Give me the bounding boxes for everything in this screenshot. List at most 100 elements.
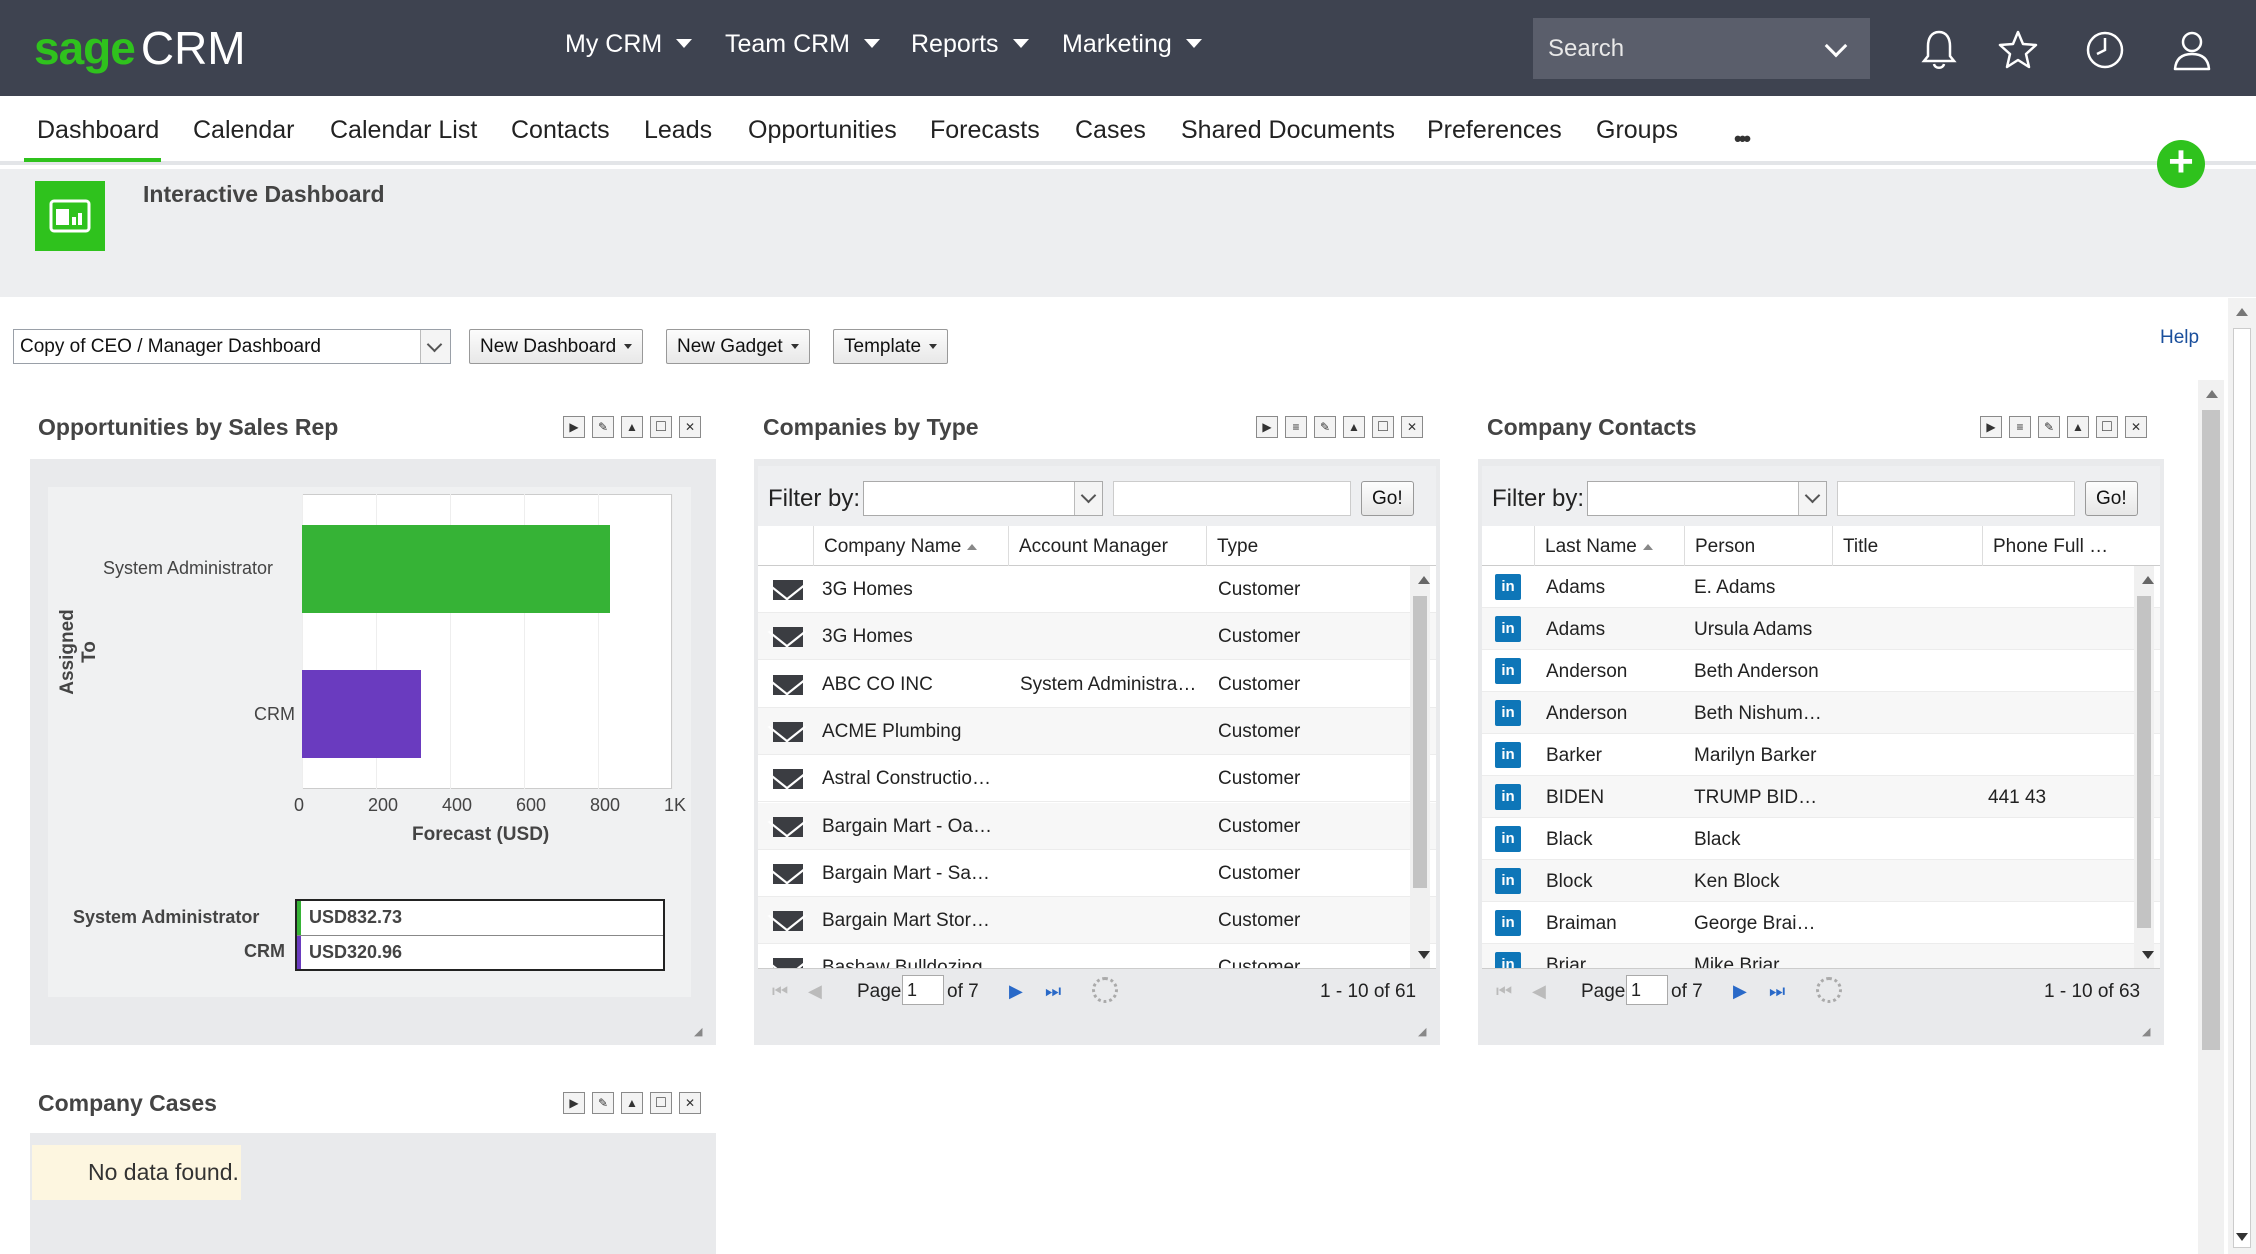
email-icon[interactable] xyxy=(773,721,803,742)
tab-calendar-list[interactable]: Calendar List xyxy=(330,116,477,145)
refresh-icon[interactable] xyxy=(1816,977,1842,1003)
scroll-down-icon[interactable] xyxy=(2142,951,2154,959)
email-icon[interactable] xyxy=(773,627,803,648)
table-row[interactable]: in Anderson Beth Nishum… xyxy=(1482,692,2160,734)
maximize-icon[interactable] xyxy=(650,1092,672,1114)
close-icon[interactable] xyxy=(2125,416,2147,438)
tab-groups[interactable]: Groups xyxy=(1596,116,1678,145)
column-header-company-name[interactable]: Company Name xyxy=(813,526,1008,566)
resize-handle[interactable]: ◢ xyxy=(694,1025,708,1039)
bar[interactable] xyxy=(302,525,611,613)
table-row[interactable]: in Adams Ursula Adams xyxy=(1482,608,2160,650)
chevron-down-icon[interactable] xyxy=(1074,482,1102,515)
table-row[interactable]: in Adams E. Adams xyxy=(1482,566,2160,608)
edit-icon[interactable] xyxy=(592,1092,614,1114)
tab-forecasts[interactable]: Forecasts xyxy=(930,116,1040,145)
linkedin-icon[interactable]: in xyxy=(1495,910,1521,936)
play-icon[interactable] xyxy=(563,1092,585,1114)
linkedin-icon[interactable]: in xyxy=(1495,658,1521,684)
sage-crm-logo[interactable]: sage CRM xyxy=(34,18,246,78)
table-row[interactable]: Bashaw Bulldozing Customer xyxy=(758,944,1436,968)
column-header-title[interactable]: Title xyxy=(1832,526,1982,566)
prev-page-icon[interactable]: ◀ xyxy=(808,981,822,1002)
tab-calendar[interactable]: Calendar xyxy=(193,116,294,145)
star-icon[interactable] xyxy=(1998,28,2038,72)
filter-select[interactable] xyxy=(863,481,1103,516)
help-link[interactable]: Help xyxy=(2160,327,2199,349)
go-button[interactable]: Go! xyxy=(1361,481,1414,516)
prev-page-icon[interactable]: ◀ xyxy=(1532,981,1546,1002)
dashboard-select[interactable]: Copy of CEO / Manager Dashboard xyxy=(13,329,451,364)
table-row[interactable]: 3G Homes Customer xyxy=(758,613,1436,661)
scroll-thumb[interactable] xyxy=(2202,410,2220,1050)
linkedin-icon[interactable]: in xyxy=(1495,868,1521,894)
tab-contacts[interactable]: Contacts xyxy=(511,116,610,145)
page-scrollbar[interactable] xyxy=(2228,298,2256,1254)
grid-scrollbar[interactable] xyxy=(2134,566,2154,968)
refresh-icon[interactable] xyxy=(1092,977,1118,1003)
table-row[interactable]: ABC CO INC System Administra… Customer xyxy=(758,661,1436,708)
list-icon[interactable] xyxy=(2009,416,2031,438)
resize-handle[interactable]: ◢ xyxy=(2142,1025,2156,1039)
close-icon[interactable] xyxy=(1401,416,1423,438)
scroll-up-icon[interactable] xyxy=(2236,308,2248,316)
table-row[interactable]: in Anderson Beth Anderson xyxy=(1482,650,2160,692)
more-tabs-button[interactable]: ••• xyxy=(1734,126,1751,152)
linkedin-icon[interactable]: in xyxy=(1495,574,1521,600)
edit-icon[interactable] xyxy=(592,416,614,438)
table-row[interactable]: ACME Plumbing Customer xyxy=(758,707,1436,755)
last-page-icon[interactable]: ⏭ xyxy=(1769,981,1785,1002)
page-input[interactable]: 1 xyxy=(902,975,944,1005)
column-header-last-name[interactable]: Last Name xyxy=(1534,526,1684,566)
email-icon[interactable] xyxy=(773,911,803,932)
tab-preferences[interactable]: Preferences xyxy=(1427,116,1562,145)
linkedin-icon[interactable]: in xyxy=(1495,826,1521,852)
table-row[interactable]: Astral Constructio… Customer xyxy=(758,755,1436,803)
chevron-down-icon[interactable] xyxy=(420,330,450,363)
collapse-icon[interactable] xyxy=(621,1092,643,1114)
column-header-phone[interactable]: Phone Full … xyxy=(1982,526,2132,566)
close-icon[interactable] xyxy=(679,416,701,438)
linkedin-icon[interactable]: in xyxy=(1495,616,1521,642)
email-icon[interactable] xyxy=(773,580,803,600)
scroll-down-icon[interactable] xyxy=(1418,951,1430,959)
add-button[interactable]: + xyxy=(2157,140,2205,188)
nav-reports[interactable]: Reports xyxy=(911,30,1029,59)
email-icon[interactable] xyxy=(773,816,803,837)
user-icon[interactable] xyxy=(2172,28,2212,72)
edit-icon[interactable] xyxy=(2038,416,2060,438)
clock-icon[interactable] xyxy=(2085,28,2125,72)
filter-select[interactable] xyxy=(1587,481,1827,516)
close-icon[interactable] xyxy=(679,1092,701,1114)
email-icon[interactable] xyxy=(773,863,803,884)
next-page-icon[interactable]: ▶ xyxy=(1733,981,1747,1002)
column-header-type[interactable]: Type xyxy=(1206,526,1406,566)
nav-marketing[interactable]: Marketing xyxy=(1062,30,1202,59)
filter-input[interactable] xyxy=(1837,481,2075,516)
maximize-icon[interactable] xyxy=(650,416,672,438)
page-input[interactable]: 1 xyxy=(1626,975,1668,1005)
first-page-icon[interactable]: ⏮ xyxy=(1496,981,1512,1002)
table-row[interactable]: 3G Homes Customer xyxy=(758,566,1436,613)
collapse-icon[interactable] xyxy=(2067,416,2089,438)
new-gadget-button[interactable]: New Gadget xyxy=(666,329,810,364)
scroll-up-icon[interactable] xyxy=(2206,390,2218,398)
bell-icon[interactable] xyxy=(1919,28,1959,72)
scroll-thumb[interactable] xyxy=(1413,596,1427,888)
linkedin-icon[interactable]: in xyxy=(1495,952,1521,968)
nav-my-crm[interactable]: My CRM xyxy=(565,30,693,59)
play-icon[interactable] xyxy=(563,416,585,438)
table-row[interactable]: Bargain Mart - Oa… Customer xyxy=(758,802,1436,850)
list-icon[interactable] xyxy=(1285,416,1307,438)
first-page-icon[interactable]: ⏮ xyxy=(772,981,788,1002)
next-page-icon[interactable]: ▶ xyxy=(1009,981,1023,1002)
go-button[interactable]: Go! xyxy=(2085,481,2138,516)
template-button[interactable]: Template xyxy=(833,329,949,364)
tab-shared-documents[interactable]: Shared Documents xyxy=(1181,116,1395,145)
table-row[interactable]: in Braiman George Brai… xyxy=(1482,902,2160,944)
column-header-account-manager[interactable]: Account Manager xyxy=(1008,526,1205,566)
scroll-thumb[interactable] xyxy=(2233,328,2251,1248)
column-header-person[interactable]: Person xyxy=(1684,526,1832,566)
table-row[interactable]: in Black Black xyxy=(1482,818,2160,860)
grid-scrollbar[interactable] xyxy=(1410,566,1430,968)
